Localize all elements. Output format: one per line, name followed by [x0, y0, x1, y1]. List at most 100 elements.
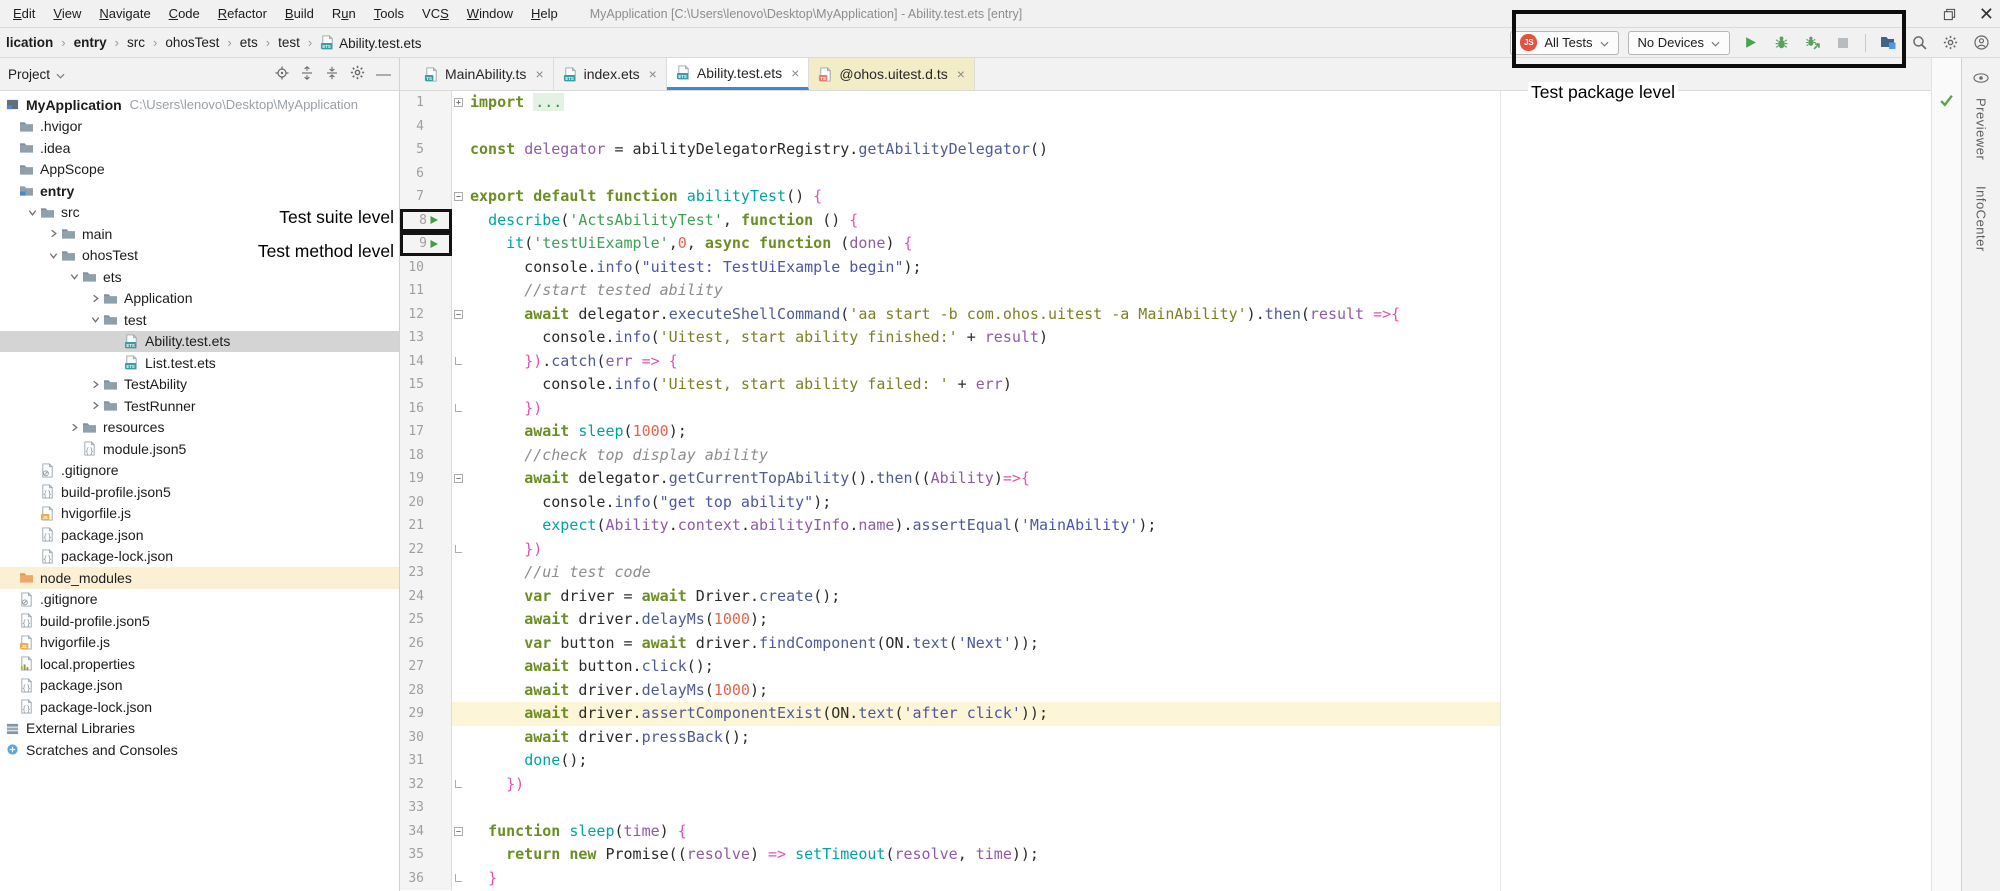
tree-row[interactable]: AppScope: [0, 159, 399, 181]
restore-window-button[interactable]: [1939, 3, 1961, 25]
code-line[interactable]: 1+import ...: [400, 91, 1931, 115]
code-line[interactable]: 35 return new Promise((resolve) => setTi…: [400, 843, 1931, 867]
code-line[interactable]: 5const delegator = abilityDelegatorRegis…: [400, 138, 1931, 162]
fold-marker-icon[interactable]: [452, 773, 465, 797]
code-line[interactable]: 27 await button.click();: [400, 655, 1931, 679]
menu-window[interactable]: Window: [458, 0, 522, 28]
code-line[interactable]: 6: [400, 162, 1931, 186]
menu-code[interactable]: Code: [160, 0, 209, 28]
code-line[interactable]: 9 it('testUiExample',0, async function (…: [400, 232, 1931, 256]
code-line[interactable]: 28 await driver.delayMs(1000);: [400, 679, 1931, 703]
code-line[interactable]: 22 }): [400, 538, 1931, 562]
tree-row[interactable]: TestAbility: [0, 374, 399, 396]
code-line[interactable]: 36 }: [400, 867, 1931, 891]
stop-button[interactable]: [1832, 32, 1854, 54]
breadcrumb-item[interactable]: test: [276, 35, 302, 50]
code-line[interactable]: 19− await delegator.getCurrentTopAbility…: [400, 467, 1931, 491]
fold-marker-icon[interactable]: [452, 538, 465, 562]
tree-row[interactable]: Application: [0, 288, 399, 310]
editor-tab[interactable]: TS@ohos.uitest.d.ts×: [809, 58, 975, 90]
menu-edit[interactable]: Edit: [4, 0, 44, 28]
fold-expand-icon[interactable]: +: [454, 98, 463, 107]
chevron-right-icon[interactable]: [67, 422, 81, 433]
panel-settings-gear-icon[interactable]: [350, 65, 365, 83]
fold-collapse-icon[interactable]: −: [454, 474, 463, 483]
breadcrumb-item[interactable]: entry: [72, 35, 109, 50]
code-line[interactable]: 34− function sleep(time) {: [400, 820, 1931, 844]
tool-window-tab-previewer[interactable]: Previewer: [1974, 98, 1989, 160]
fold-end-icon[interactable]: [455, 357, 462, 365]
code-line[interactable]: 26 var button = await driver.findCompone…: [400, 632, 1931, 656]
fold-end-icon[interactable]: [455, 874, 462, 882]
fold-collapse-icon[interactable]: −: [454, 192, 463, 201]
code-line[interactable]: 20 console.info("get top ability");: [400, 491, 1931, 515]
code-line[interactable]: 32 }): [400, 773, 1931, 797]
code-line[interactable]: 7−export default function abilityTest() …: [400, 185, 1931, 209]
code-editor[interactable]: 1+import ...45const delegator = abilityD…: [400, 91, 1931, 891]
tree-row[interactable]: test: [0, 309, 399, 331]
code-line[interactable]: 25 await driver.delayMs(1000);: [400, 608, 1931, 632]
fold-end-icon[interactable]: [455, 404, 462, 412]
fold-marker-icon[interactable]: −: [452, 467, 465, 491]
breadcrumb-item[interactable]: ohosTest: [163, 35, 221, 50]
chevron-down-icon[interactable]: [88, 314, 102, 325]
chevron-right-icon[interactable]: [46, 228, 60, 239]
code-line[interactable]: 31 done();: [400, 749, 1931, 773]
chevron-down-icon[interactable]: [67, 271, 81, 282]
tree-row[interactable]: {}package-lock.json: [0, 696, 399, 718]
run-test-gutter-icon[interactable]: [427, 239, 441, 249]
fold-end-icon[interactable]: [455, 545, 462, 553]
expand-all-icon[interactable]: [300, 66, 314, 83]
menu-refactor[interactable]: Refactor: [209, 0, 276, 28]
tree-row[interactable]: .idea: [0, 137, 399, 159]
tree-row[interactable]: ETSList.test.ets: [0, 352, 399, 374]
settings-gear-icon[interactable]: [1939, 32, 1961, 54]
code-line[interactable]: 21 expect(Ability.context.abilityInfo.na…: [400, 514, 1931, 538]
tree-row[interactable]: External Libraries: [0, 718, 399, 740]
code-line[interactable]: 12− await delegator.executeShellCommand(…: [400, 303, 1931, 327]
chevron-right-icon[interactable]: [88, 293, 102, 304]
close-tab-icon[interactable]: ×: [535, 66, 543, 82]
tree-row[interactable]: node_modules: [0, 567, 399, 589]
tree-row[interactable]: {}package-lock.json: [0, 546, 399, 568]
fold-marker-icon[interactable]: [452, 350, 465, 374]
tree-row[interactable]: {}build-profile.json5: [0, 481, 399, 503]
fold-marker-icon[interactable]: −: [452, 185, 465, 209]
breadcrumb-item[interactable]: lication: [4, 35, 55, 50]
breadcrumb-item[interactable]: ETSAbility.test.ets: [318, 35, 423, 51]
code-line[interactable]: 14 }).catch(err => {: [400, 350, 1931, 374]
tree-row[interactable]: JShvigorfile.js: [0, 632, 399, 654]
tree-row[interactable]: resources: [0, 417, 399, 439]
code-line[interactable]: 24 var driver = await Driver.create();: [400, 585, 1931, 609]
tool-window-tab-infocenter[interactable]: InfoCenter: [1974, 186, 1989, 252]
tree-row[interactable]: {}package.json: [0, 524, 399, 546]
editor-marker-bar[interactable]: [1931, 58, 1961, 891]
chevron-right-icon[interactable]: [88, 400, 102, 411]
tree-row[interactable]: {}module.json5: [0, 438, 399, 460]
tree-row[interactable]: ets: [0, 266, 399, 288]
code-line[interactable]: 15 console.info('Uitest, start ability f…: [400, 373, 1931, 397]
code-line[interactable]: 10 console.info("uitest: TestUiExample b…: [400, 256, 1931, 280]
code-line[interactable]: 8 describe('ActsAbilityTest', function (…: [400, 209, 1931, 233]
breadcrumb-item[interactable]: src: [125, 35, 147, 50]
debug-attach-button[interactable]: [1801, 32, 1823, 54]
tree-row[interactable]: {}package.json: [0, 675, 399, 697]
code-line[interactable]: 29 await driver.assertComponentExist(ON.…: [400, 702, 1931, 726]
run-button[interactable]: [1739, 32, 1761, 54]
run-configuration-select[interactable]: JS All Tests: [1510, 31, 1618, 55]
tree-row[interactable]: .gitignore: [0, 460, 399, 482]
code-line[interactable]: 18 //check top display ability: [400, 444, 1931, 468]
fold-end-icon[interactable]: [455, 780, 462, 788]
menu-run[interactable]: Run: [323, 0, 365, 28]
tree-row[interactable]: JShvigorfile.js: [0, 503, 399, 525]
search-everywhere-icon[interactable]: [1908, 32, 1930, 54]
code-line[interactable]: 16 }): [400, 397, 1931, 421]
editor-tab[interactable]: TSMainAbility.ts×: [415, 58, 554, 90]
tree-row[interactable]: {}build-profile.json5: [0, 610, 399, 632]
menu-help[interactable]: Help: [522, 0, 567, 28]
code-line[interactable]: 23 //ui test code: [400, 561, 1931, 585]
menu-vcs[interactable]: VCS: [413, 0, 458, 28]
tree-row[interactable]: MyApplicationC:\Users\lenovo\Desktop\MyA…: [0, 94, 399, 116]
hide-panel-icon[interactable]: —: [376, 66, 391, 83]
fold-collapse-icon[interactable]: −: [454, 827, 463, 836]
